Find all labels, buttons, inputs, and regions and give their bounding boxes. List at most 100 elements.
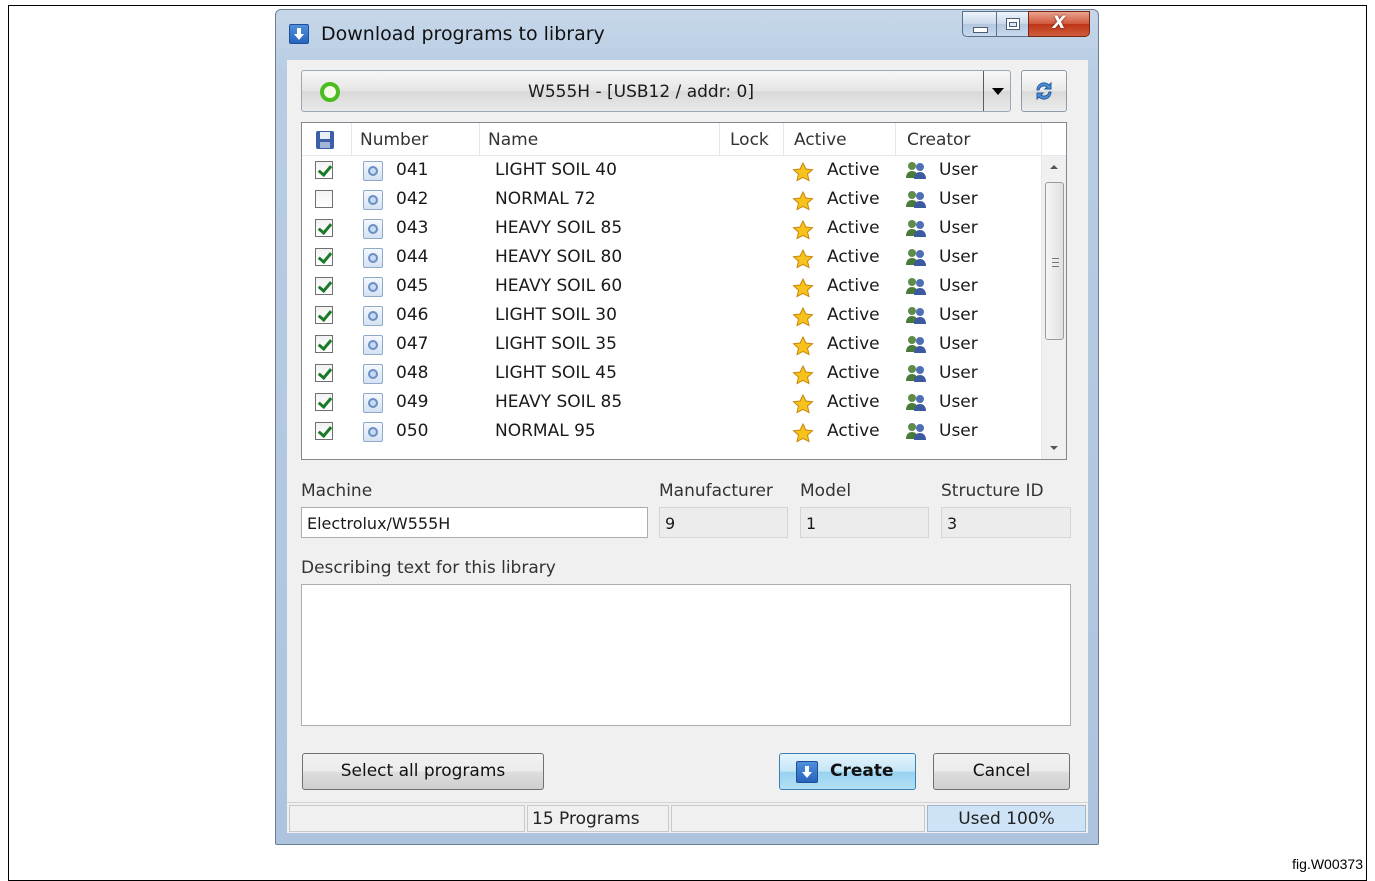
program-active: Active: [827, 305, 880, 325]
col-number[interactable]: Number: [352, 123, 480, 155]
refresh-button[interactable]: [1021, 70, 1067, 112]
row-checkbox[interactable]: [315, 219, 333, 237]
user-group-icon: [905, 247, 927, 267]
table-row[interactable]: 050 NORMAL 95 Active User: [302, 417, 1042, 446]
scroll-up-icon[interactable]: [1042, 156, 1066, 176]
star-icon: [792, 422, 814, 443]
program-creator: User: [939, 392, 978, 412]
user-group-icon: [905, 421, 927, 441]
status-pane-blank: [671, 805, 925, 832]
star-icon: [792, 248, 814, 269]
program-list: Number Name Lock Active Creator 041 LIGHT…: [301, 122, 1067, 460]
program-name: HEAVY SOIL 85: [495, 392, 623, 412]
col-creator[interactable]: Creator: [896, 123, 1042, 155]
program-active: Active: [827, 189, 880, 209]
close-button[interactable]: X: [1028, 11, 1090, 37]
dialog-window: Download programs to library X W555H - […: [275, 9, 1099, 845]
program-file-icon: [363, 364, 383, 384]
row-checkbox[interactable]: [315, 161, 333, 179]
user-group-icon: [905, 305, 927, 325]
maximize-icon: [1006, 18, 1020, 30]
row-checkbox[interactable]: [315, 335, 333, 353]
maximize-button[interactable]: [996, 11, 1028, 37]
user-group-icon: [905, 218, 927, 238]
list-header: Number Name Lock Active Creator: [302, 123, 1066, 156]
description-textarea[interactable]: [301, 584, 1071, 726]
col-active[interactable]: Active: [784, 123, 896, 155]
download-arrow-icon: [796, 761, 818, 783]
cancel-button[interactable]: Cancel: [933, 753, 1070, 790]
vertical-scrollbar[interactable]: [1041, 156, 1066, 459]
device-select-value: W555H - [USB12 / addr: 0]: [528, 82, 754, 102]
row-checkbox[interactable]: [315, 190, 333, 208]
close-icon: X: [1052, 13, 1066, 33]
table-row[interactable]: 048 LIGHT SOIL 45 Active User: [302, 359, 1042, 388]
program-creator: User: [939, 305, 978, 325]
table-row[interactable]: 044 HEAVY SOIL 80 Active User: [302, 243, 1042, 272]
row-checkbox[interactable]: [315, 393, 333, 411]
user-group-icon: [905, 392, 927, 412]
program-number: 050: [396, 421, 429, 441]
machine-field[interactable]: Electrolux/W555H: [301, 507, 648, 538]
structure-id-label: Structure ID: [941, 481, 1044, 501]
list-rows: 041 LIGHT SOIL 40 Active User 042 NORMAL 72 Ac…: [302, 156, 1042, 446]
chevron-down-icon[interactable]: [983, 71, 1010, 111]
program-file-icon: [363, 422, 383, 442]
col-select[interactable]: [302, 123, 352, 155]
program-count: 15 Programs: [527, 805, 669, 832]
refresh-icon: [1036, 81, 1052, 101]
star-icon: [792, 393, 814, 414]
program-active: Active: [827, 421, 880, 441]
program-number: 041: [396, 160, 429, 180]
download-arrow-icon: [289, 24, 309, 44]
program-file-icon: [363, 219, 383, 239]
col-lock[interactable]: Lock: [720, 123, 784, 155]
program-name: HEAVY SOIL 85: [495, 218, 623, 238]
table-row[interactable]: 041 LIGHT SOIL 40 Active User: [302, 156, 1042, 185]
program-number: 046: [396, 305, 429, 325]
program-creator: User: [939, 421, 978, 441]
status-bar: 15 Programs Used 100%: [287, 802, 1088, 833]
minimize-button[interactable]: [962, 11, 996, 37]
row-checkbox[interactable]: [315, 277, 333, 295]
select-all-button[interactable]: Select all programs: [302, 753, 544, 790]
star-icon: [792, 161, 814, 182]
scroll-down-icon[interactable]: [1042, 439, 1066, 459]
machine-label: Machine: [301, 481, 373, 501]
row-checkbox[interactable]: [315, 248, 333, 266]
program-creator: User: [939, 218, 978, 238]
description-label: Describing text for this library: [301, 558, 556, 578]
program-number: 048: [396, 363, 429, 383]
grip-icon: [1052, 258, 1059, 267]
scroll-thumb[interactable]: [1045, 182, 1064, 340]
star-icon: [792, 219, 814, 240]
program-active: Active: [827, 392, 880, 412]
table-row[interactable]: 042 NORMAL 72 Active User: [302, 185, 1042, 214]
col-name[interactable]: Name: [480, 123, 720, 155]
program-file-icon: [363, 335, 383, 355]
program-name: LIGHT SOIL 45: [495, 363, 617, 383]
title-bar[interactable]: Download programs to library X: [276, 10, 1098, 60]
model-label: Model: [800, 481, 852, 501]
row-checkbox[interactable]: [315, 364, 333, 382]
program-number: 047: [396, 334, 429, 354]
manufacturer-field: 9: [659, 507, 788, 538]
table-row[interactable]: 047 LIGHT SOIL 35 Active User: [302, 330, 1042, 359]
device-select[interactable]: W555H - [USB12 / addr: 0]: [301, 70, 1011, 112]
row-checkbox[interactable]: [315, 422, 333, 440]
table-row[interactable]: 045 HEAVY SOIL 60 Active User: [302, 272, 1042, 301]
window-title: Download programs to library: [321, 23, 605, 45]
program-file-icon: [363, 277, 383, 297]
row-checkbox[interactable]: [315, 306, 333, 324]
program-name: LIGHT SOIL 40: [495, 160, 617, 180]
program-number: 044: [396, 247, 429, 267]
table-row[interactable]: 043 HEAVY SOIL 85 Active User: [302, 214, 1042, 243]
table-row[interactable]: 046 LIGHT SOIL 30 Active User: [302, 301, 1042, 330]
table-row[interactable]: 049 HEAVY SOIL 85 Active User: [302, 388, 1042, 417]
minimize-icon: [973, 27, 988, 33]
star-icon: [792, 306, 814, 327]
program-name: LIGHT SOIL 30: [495, 305, 617, 325]
create-button[interactable]: Create: [779, 753, 916, 790]
star-icon: [792, 364, 814, 385]
model-field: 1: [800, 507, 929, 538]
